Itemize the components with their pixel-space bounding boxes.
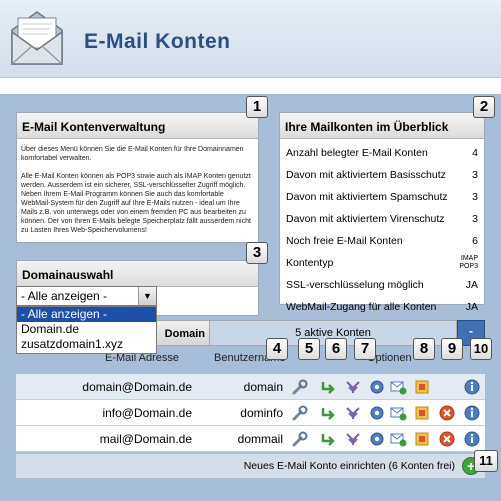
table-row: domain@Domain.de domain xyxy=(16,374,485,400)
forward-icon[interactable] xyxy=(319,404,337,422)
overview-row: WebMail-Zugang für alle Konten JA xyxy=(286,301,478,313)
username: dommail xyxy=(237,432,283,446)
overview-row: Noch freie E-Mail Konten 6 xyxy=(286,235,478,247)
shield-icon[interactable] xyxy=(413,378,431,396)
username: domain xyxy=(243,380,283,394)
callout-badge-11: 11 xyxy=(474,450,498,472)
email-address: info@Domain.de xyxy=(102,406,192,420)
shield-icon[interactable] xyxy=(413,430,431,448)
gear-icon[interactable] xyxy=(368,430,386,448)
description-details: Alle E-Mail Konten können als POP3 sowie… xyxy=(21,173,251,234)
overview-row: SSL-verschlüsselung möglich JA xyxy=(286,279,478,291)
overview-title: Ihre Mailkonten im Überblick xyxy=(280,113,484,139)
overview-row: Davon mit aktiviertem Virenschutz 3 xyxy=(286,213,478,225)
envelope-icon xyxy=(11,11,63,65)
info-icon[interactable] xyxy=(463,430,481,448)
wrench-icon[interactable] xyxy=(291,378,309,396)
page-title: E-Mail Konten xyxy=(84,30,231,53)
callout-badge-4: 4 xyxy=(266,338,288,360)
callout-badge-2: 2 xyxy=(473,96,495,118)
overview-row: Anzahl belegter E-Mail Konten 4 xyxy=(286,147,478,159)
mail-add-icon[interactable] xyxy=(389,378,407,396)
callout-badge-10: 10 xyxy=(470,338,492,360)
callout-badge-1: 1 xyxy=(246,96,268,118)
username: dominfo xyxy=(240,406,283,420)
email-address: mail@Domain.de xyxy=(99,432,192,446)
domain-dropdown[interactable]: - Alle anzeigen - Domain.de zusatzdomain… xyxy=(16,306,157,354)
table-row: info@Domain.de dominfo xyxy=(16,400,485,426)
domain-option[interactable]: zusatzdomain1.xyz xyxy=(17,337,156,352)
panel-description: Über dieses Menü können Sie die E-Mail K… xyxy=(17,139,258,241)
filter-icon[interactable] xyxy=(344,404,362,422)
info-icon[interactable] xyxy=(463,404,481,422)
description-intro: Über dieses Menü können Sie die E-Mail K… xyxy=(21,146,244,162)
overview-row: Davon mit aktiviertem Spamschutz 3 xyxy=(286,191,478,203)
forward-icon[interactable] xyxy=(319,378,337,396)
account-management-panel: E-Mail Kontenverwaltung Über dieses Menü… xyxy=(16,112,259,243)
delete-icon[interactable] xyxy=(438,404,456,422)
mail-add-icon[interactable] xyxy=(389,430,407,448)
page-header: E-Mail Konten xyxy=(0,0,501,78)
panel-title: E-Mail Kontenverwaltung xyxy=(17,113,258,139)
filter-icon[interactable] xyxy=(344,378,362,396)
shield-icon[interactable] xyxy=(413,404,431,422)
domain-option[interactable]: - Alle anzeigen - xyxy=(17,307,156,322)
info-icon[interactable] xyxy=(463,378,481,396)
callout-badge-6: 6 xyxy=(325,338,347,360)
domain-select[interactable]: - Alle anzeigen - ▼ xyxy=(16,286,157,306)
new-account-label: Neues E-Mail Konto einrichten (6 Konten … xyxy=(243,460,455,472)
wrench-icon[interactable] xyxy=(291,430,309,448)
overview-row: Kontentyp IMAP POP3 xyxy=(286,255,478,270)
chevron-down-icon[interactable]: ▼ xyxy=(138,287,156,305)
table-row: mail@Domain.de dommail xyxy=(16,426,485,452)
callout-badge-5: 5 xyxy=(298,338,320,360)
domain-option[interactable]: Domain.de xyxy=(17,322,156,337)
forward-icon[interactable] xyxy=(319,430,337,448)
callout-badge-3: 3 xyxy=(246,242,268,264)
delete-icon[interactable] xyxy=(438,430,456,448)
gear-icon[interactable] xyxy=(368,404,386,422)
mail-add-icon[interactable] xyxy=(389,404,407,422)
email-address: domain@Domain.de xyxy=(82,380,192,394)
callout-badge-9: 9 xyxy=(441,338,463,360)
callout-badge-8: 8 xyxy=(413,338,435,360)
callout-badge-7: 7 xyxy=(354,338,376,360)
filter-icon[interactable] xyxy=(344,430,362,448)
new-account-row: Neues E-Mail Konto einrichten (6 Konten … xyxy=(16,454,485,478)
domain-panel-title: Domainauswahl xyxy=(17,261,258,287)
gear-icon[interactable] xyxy=(368,378,386,396)
overview-row: Davon mit aktiviertem Basisschutz 3 xyxy=(286,169,478,181)
wrench-icon[interactable] xyxy=(291,404,309,422)
overview-panel: Ihre Mailkonten im Überblick Anzahl bele… xyxy=(279,112,485,313)
